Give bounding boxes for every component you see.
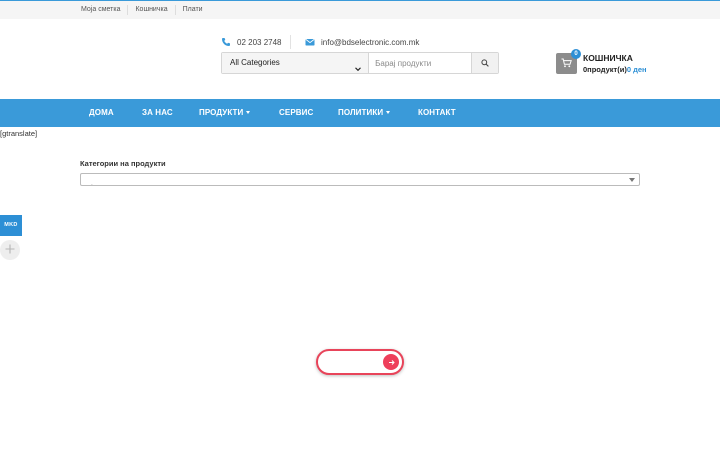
search-icon	[481, 54, 489, 72]
cart-total: 0 ден	[626, 65, 647, 74]
cart-products-count: 0продукт(и)	[583, 65, 627, 74]
product-categories-label: Категории на продукти	[80, 159, 166, 168]
chevron-down-icon	[355, 60, 362, 72]
nav-item-policies-label: ПОЛИТИКИ	[338, 108, 384, 117]
expand-button[interactable]	[0, 240, 20, 260]
email-contact: info@bdselectronic.com.mk	[305, 36, 419, 48]
cart-count-badge: 0	[571, 49, 581, 59]
cart-title[interactable]: КОШНИЧКА	[583, 53, 633, 63]
shopping-cart-icon	[561, 55, 572, 73]
select-placeholder-dots: -	[91, 182, 93, 188]
nav-item-contact[interactable]: КОНТАКТ	[418, 99, 456, 127]
envelope-icon	[305, 37, 315, 47]
nav-item-policies[interactable]: ПОЛИТИКИ	[338, 99, 390, 127]
my-account-link[interactable]: Моја сметка	[74, 5, 129, 15]
nav-item-products-label: ПРОДУКТИ	[199, 108, 244, 117]
phone-icon	[221, 37, 231, 47]
checkout-link[interactable]: Плати	[176, 5, 210, 15]
search-button[interactable]	[471, 53, 498, 73]
product-categories-select[interactable]: -	[80, 173, 640, 188]
search-input[interactable]	[369, 53, 472, 73]
nav-item-products[interactable]: ПРОДУКТИ	[199, 99, 250, 127]
plus-icon	[5, 241, 15, 259]
top-links: Моја сметка Кошничка Плати	[74, 1, 210, 19]
category-select-value: All Categories	[230, 58, 280, 67]
main-navigation: ДОМА ЗА НАС ПРОДУКТИ СЕРВИС ПОЛИТИКИ КОН…	[0, 99, 720, 127]
floating-chat-widget[interactable]	[316, 349, 404, 375]
gtranslate-shortcode: [gtranslate]	[0, 129, 38, 138]
product-search-bar: All Categories	[221, 52, 499, 74]
nav-item-service[interactable]: СЕРВИС	[279, 99, 313, 127]
category-select[interactable]: All Categories	[222, 53, 370, 73]
nav-item-home[interactable]: ДОМА	[89, 99, 114, 127]
cart-summary[interactable]: 0продукт(и)0 ден	[583, 65, 647, 74]
language-switcher[interactable]: MKD	[0, 215, 22, 236]
email-address[interactable]: info@bdselectronic.com.mk	[321, 38, 419, 47]
phone-number[interactable]: 02 203 2748	[237, 38, 282, 47]
nav-item-about[interactable]: ЗА НАС	[142, 99, 173, 127]
chevron-down-icon	[629, 178, 635, 182]
top-bar: Моја сметка Кошничка Плати	[0, 1, 720, 19]
phone-contact: 02 203 2748	[221, 36, 282, 48]
cart-link[interactable]: Кошничка	[128, 5, 176, 15]
arrow-right-icon	[388, 353, 395, 371]
contact-divider	[290, 35, 291, 49]
chat-send-button[interactable]	[383, 354, 399, 370]
